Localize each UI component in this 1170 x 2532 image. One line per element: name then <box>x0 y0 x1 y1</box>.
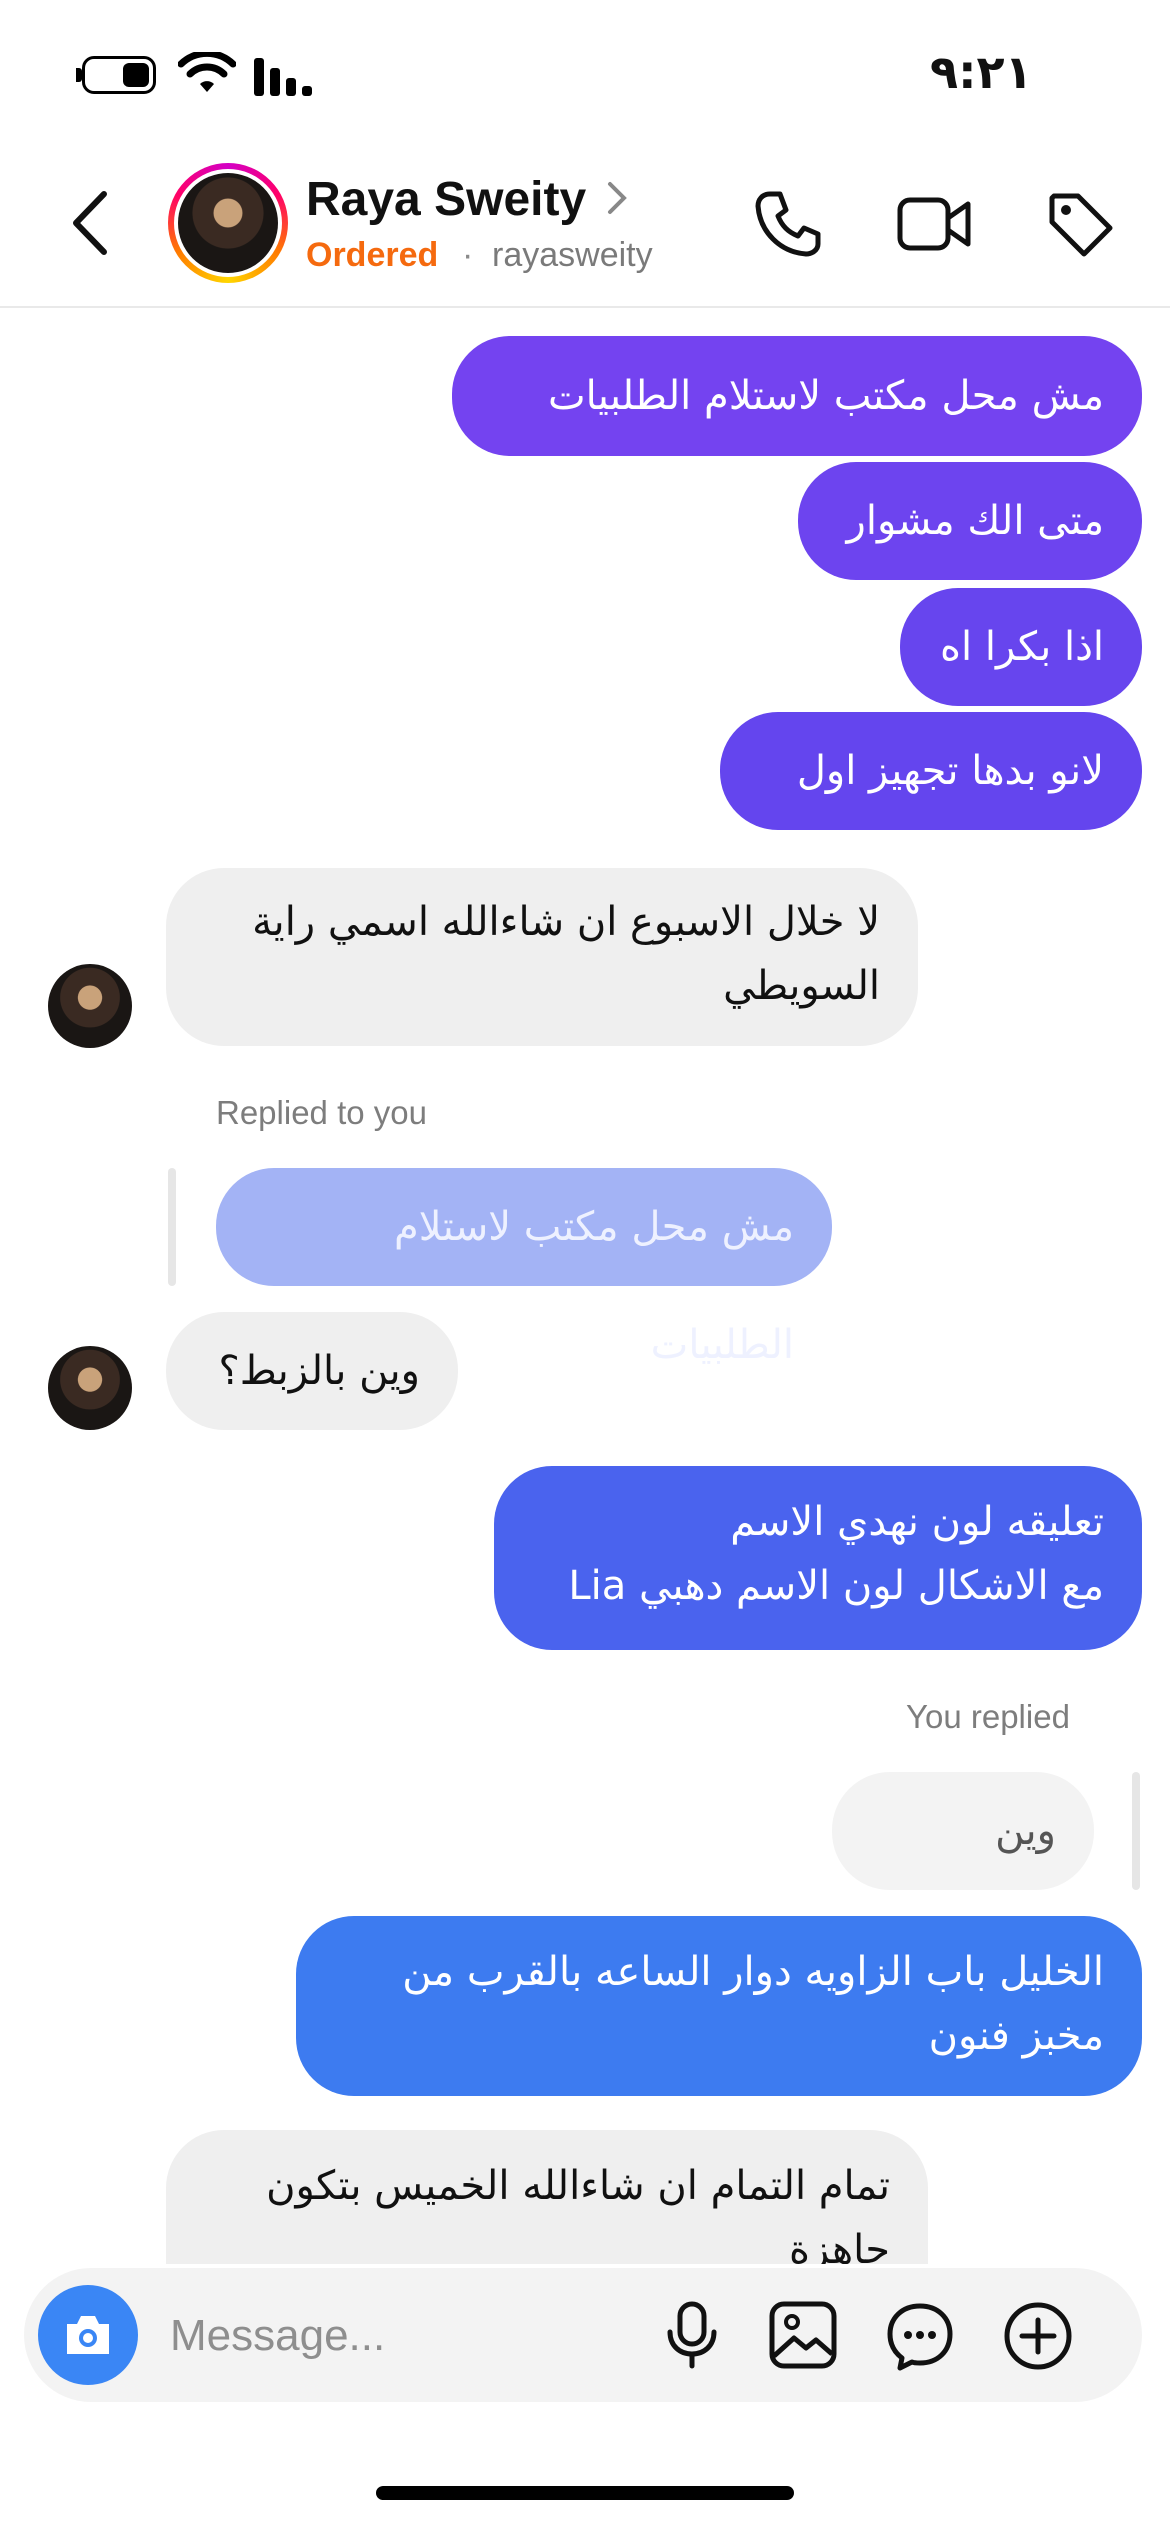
message-outgoing[interactable]: تعليقه لون نهدي الاسم مع الاشكال لون الا… <box>494 1466 1142 1650</box>
message-clip: تمام التمام ان شاءالله الخميس بتكون جاهز… <box>0 2130 1170 2264</box>
message-incoming[interactable]: تمام التمام ان شاءالله الخميس بتكون جاهز… <box>166 2130 928 2264</box>
message-composer <box>24 2268 1142 2402</box>
camera-button[interactable] <box>38 2285 138 2385</box>
quote-bar <box>168 1168 176 1286</box>
signal-icon <box>254 58 312 96</box>
message-outgoing[interactable]: اذا بكرا اه <box>900 588 1142 706</box>
message-incoming[interactable]: لا خلال الاسبوع ان شاءالله اسمي راية الس… <box>166 868 918 1046</box>
message-outgoing[interactable]: لانو بدها تجهيز اول <box>720 712 1142 830</box>
contact-username: rayasweity <box>492 236 653 274</box>
chat-header: Raya Sweity Ordered · rayasweity <box>0 150 1170 308</box>
message-incoming[interactable]: وين بالزبط؟ <box>166 1312 458 1430</box>
gallery-icon[interactable] <box>768 2300 838 2370</box>
tag-icon[interactable] <box>1044 188 1116 260</box>
quote-bar <box>1132 1772 1140 1890</box>
plus-icon[interactable] <box>1002 2300 1074 2372</box>
message-outgoing[interactable]: مش محل مكتب لاستلام الطلبيات <box>452 336 1142 456</box>
video-camera-icon[interactable] <box>896 188 972 260</box>
battery-icon <box>82 56 156 94</box>
back-chevron-icon[interactable] <box>70 190 110 256</box>
status-bar: ٩:٢١ <box>0 0 1170 150</box>
microphone-icon[interactable] <box>664 2300 720 2370</box>
camera-icon <box>67 2316 109 2354</box>
separator-dot: · <box>462 236 474 274</box>
home-indicator[interactable] <box>376 2486 794 2500</box>
sticker-icon[interactable] <box>884 2300 956 2372</box>
status-time: ٩:٢١ <box>930 45 1033 99</box>
message-input[interactable] <box>168 2302 632 2370</box>
contact-avatar-small[interactable] <box>48 964 132 1048</box>
message-line: تعليقه لون نهدي الاسم <box>730 1499 1104 1545</box>
message-line: مع الاشكال لون الاسم دهبي Lia <box>568 1563 1104 1609</box>
order-status-label: Ordered <box>306 236 439 274</box>
message-outgoing[interactable]: الخليل باب الزاويه دوار الساعه بالقرب من… <box>296 1916 1142 2096</box>
battery-nub <box>76 68 82 82</box>
contact-name[interactable]: Raya Sweity <box>306 172 586 227</box>
reply-context-label: Replied to you <box>216 1094 427 1131</box>
message-outgoing[interactable]: متى الك مشوار <box>798 462 1142 580</box>
reply-context-label: You replied <box>906 1698 1070 1735</box>
phone-icon[interactable] <box>752 188 824 260</box>
chevron-right-icon[interactable] <box>606 180 628 216</box>
avatar[interactable] <box>168 163 288 283</box>
wifi-icon <box>178 52 236 92</box>
quoted-message[interactable]: مش محل مكتب لاستلام الطلبيات <box>216 1168 832 1368</box>
quoted-message[interactable]: وين بالزبط؟ <box>832 1772 1094 1972</box>
contact-avatar-small[interactable] <box>48 1346 132 1430</box>
